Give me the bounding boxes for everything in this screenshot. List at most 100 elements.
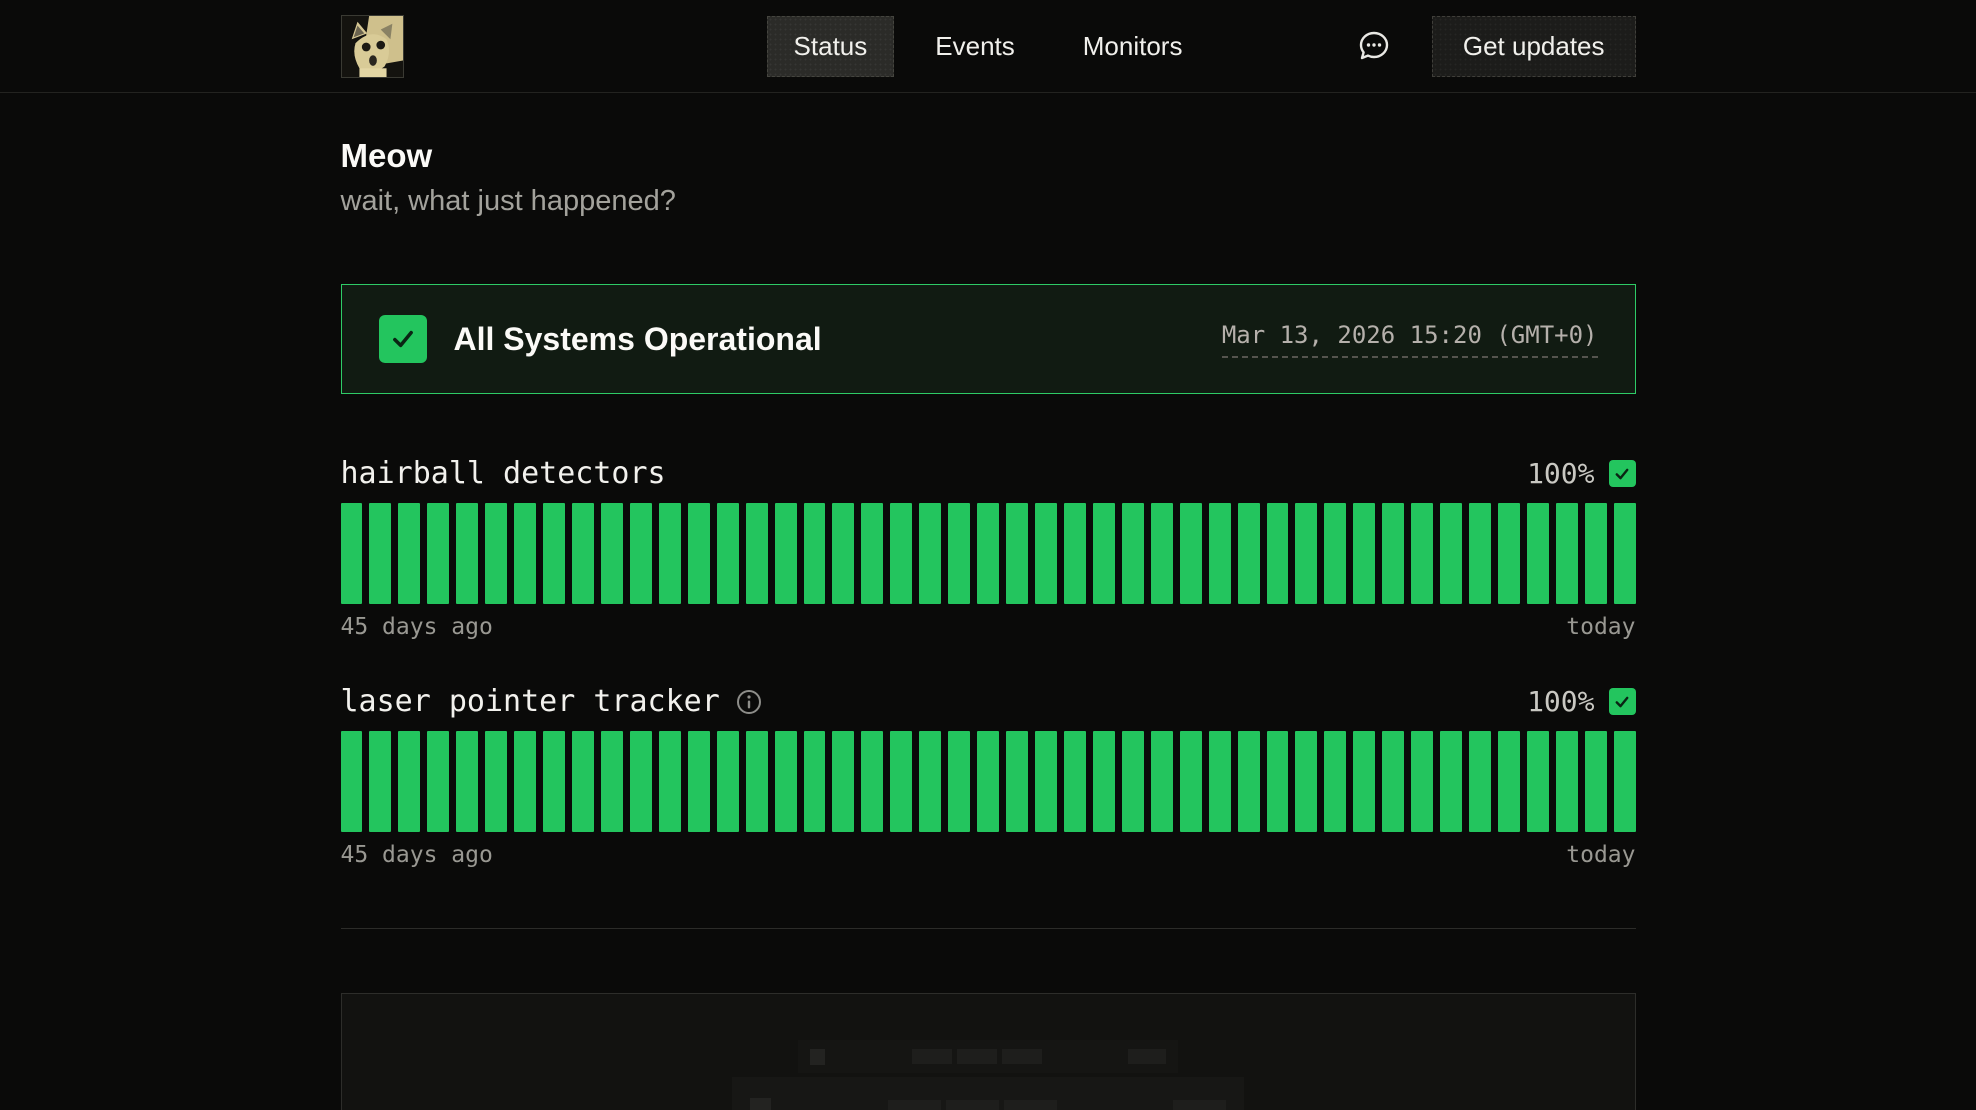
uptime-bar[interactable] [919,731,941,832]
uptime-bar[interactable] [1382,503,1404,604]
uptime-bar[interactable] [1614,731,1636,832]
uptime-bar[interactable] [775,731,797,832]
get-updates-button[interactable]: Get updates [1432,16,1636,77]
uptime-bar[interactable] [1556,503,1578,604]
uptime-bar[interactable] [919,503,941,604]
uptime-bar[interactable] [1411,503,1433,604]
uptime-bar[interactable] [572,731,594,832]
uptime-bar[interactable] [572,503,594,604]
uptime-bar[interactable] [1324,503,1346,604]
uptime-bar[interactable] [1469,503,1491,604]
uptime-bar[interactable] [1382,731,1404,832]
uptime-bar[interactable] [1180,503,1202,604]
uptime-bar[interactable] [341,731,363,832]
uptime-bar[interactable] [1064,731,1086,832]
uptime-bar[interactable] [890,731,912,832]
uptime-bar[interactable] [1035,731,1057,832]
uptime-bar[interactable] [427,503,449,604]
uptime-bar[interactable] [341,503,363,604]
uptime-bar[interactable] [1151,731,1173,832]
uptime-bar[interactable] [1006,503,1028,604]
uptime-bar[interactable] [514,503,536,604]
banner-timestamp[interactable]: Mar 13, 2026 15:20 (GMT+0) [1222,321,1598,358]
uptime-bar[interactable] [861,731,883,832]
uptime-bar[interactable] [514,731,536,832]
uptime-bar[interactable] [398,731,420,832]
uptime-bar[interactable] [1238,503,1260,604]
mini-button-placeholder [1173,1100,1226,1110]
uptime-bar[interactable] [1238,731,1260,832]
uptime-bar[interactable] [832,503,854,604]
uptime-bar[interactable] [1209,503,1231,604]
uptime-bar[interactable] [804,731,826,832]
uptime-bar[interactable] [1267,731,1289,832]
uptime-bar[interactable] [1180,731,1202,832]
uptime-bar[interactable] [1527,503,1549,604]
uptime-bar[interactable] [1527,731,1549,832]
uptime-bar[interactable] [1295,503,1317,604]
uptime-bar[interactable] [1411,731,1433,832]
uptime-bar[interactable] [948,503,970,604]
speech-bubble-icon[interactable] [1356,28,1392,64]
uptime-bar[interactable] [688,731,710,832]
uptime-bar[interactable] [890,503,912,604]
uptime-bar[interactable] [1209,731,1231,832]
uptime-bar[interactable] [398,503,420,604]
uptime-bar[interactable] [832,731,854,832]
uptime-bar[interactable] [456,503,478,604]
uptime-bar[interactable] [369,731,391,832]
uptime-bar[interactable] [630,731,652,832]
uptime-bar[interactable] [601,503,623,604]
uptime-bar[interactable] [977,731,999,832]
uptime-bar[interactable] [601,731,623,832]
uptime-bar[interactable] [630,503,652,604]
uptime-bar[interactable] [1006,731,1028,832]
uptime-bar[interactable] [1440,731,1462,832]
uptime-bar[interactable] [1064,503,1086,604]
nav-tab-monitors[interactable]: Monitors [1056,16,1210,77]
uptime-bar[interactable] [746,503,768,604]
uptime-bar[interactable] [485,731,507,832]
uptime-bar[interactable] [1440,503,1462,604]
nav-tab-events[interactable]: Events [908,16,1042,77]
uptime-bar[interactable] [1035,503,1057,604]
uptime-bar[interactable] [1093,731,1115,832]
nav-tab-status[interactable]: Status [767,16,895,77]
uptime-bar[interactable] [1585,731,1607,832]
uptime-bar[interactable] [456,731,478,832]
uptime-bar[interactable] [1295,731,1317,832]
uptime-bar[interactable] [1498,503,1520,604]
uptime-bar[interactable] [543,731,565,832]
uptime-bar[interactable] [688,503,710,604]
uptime-bar[interactable] [1122,503,1144,604]
uptime-bar[interactable] [1498,731,1520,832]
navbar: Status Events Monitors Get updates [0,0,1976,93]
uptime-bar[interactable] [369,503,391,604]
uptime-bar[interactable] [427,731,449,832]
info-icon[interactable] [736,689,762,715]
uptime-bar[interactable] [1469,731,1491,832]
uptime-bar[interactable] [717,731,739,832]
uptime-bar[interactable] [1353,503,1375,604]
uptime-bar[interactable] [1267,503,1289,604]
uptime-bar[interactable] [746,731,768,832]
uptime-bar[interactable] [1585,503,1607,604]
uptime-bar[interactable] [1324,731,1346,832]
uptime-bar[interactable] [1151,503,1173,604]
uptime-bar[interactable] [717,503,739,604]
uptime-bar[interactable] [659,731,681,832]
uptime-bar[interactable] [1556,731,1578,832]
uptime-bar[interactable] [543,503,565,604]
uptime-bar[interactable] [861,503,883,604]
uptime-bar[interactable] [1122,731,1144,832]
uptime-bar[interactable] [659,503,681,604]
uptime-bar[interactable] [804,503,826,604]
uptime-bar[interactable] [948,731,970,832]
uptime-bar[interactable] [775,503,797,604]
logo-cat-image[interactable] [341,15,404,78]
uptime-bar[interactable] [485,503,507,604]
uptime-bar[interactable] [977,503,999,604]
uptime-bar[interactable] [1093,503,1115,604]
uptime-bar[interactable] [1353,731,1375,832]
uptime-bar[interactable] [1614,503,1636,604]
